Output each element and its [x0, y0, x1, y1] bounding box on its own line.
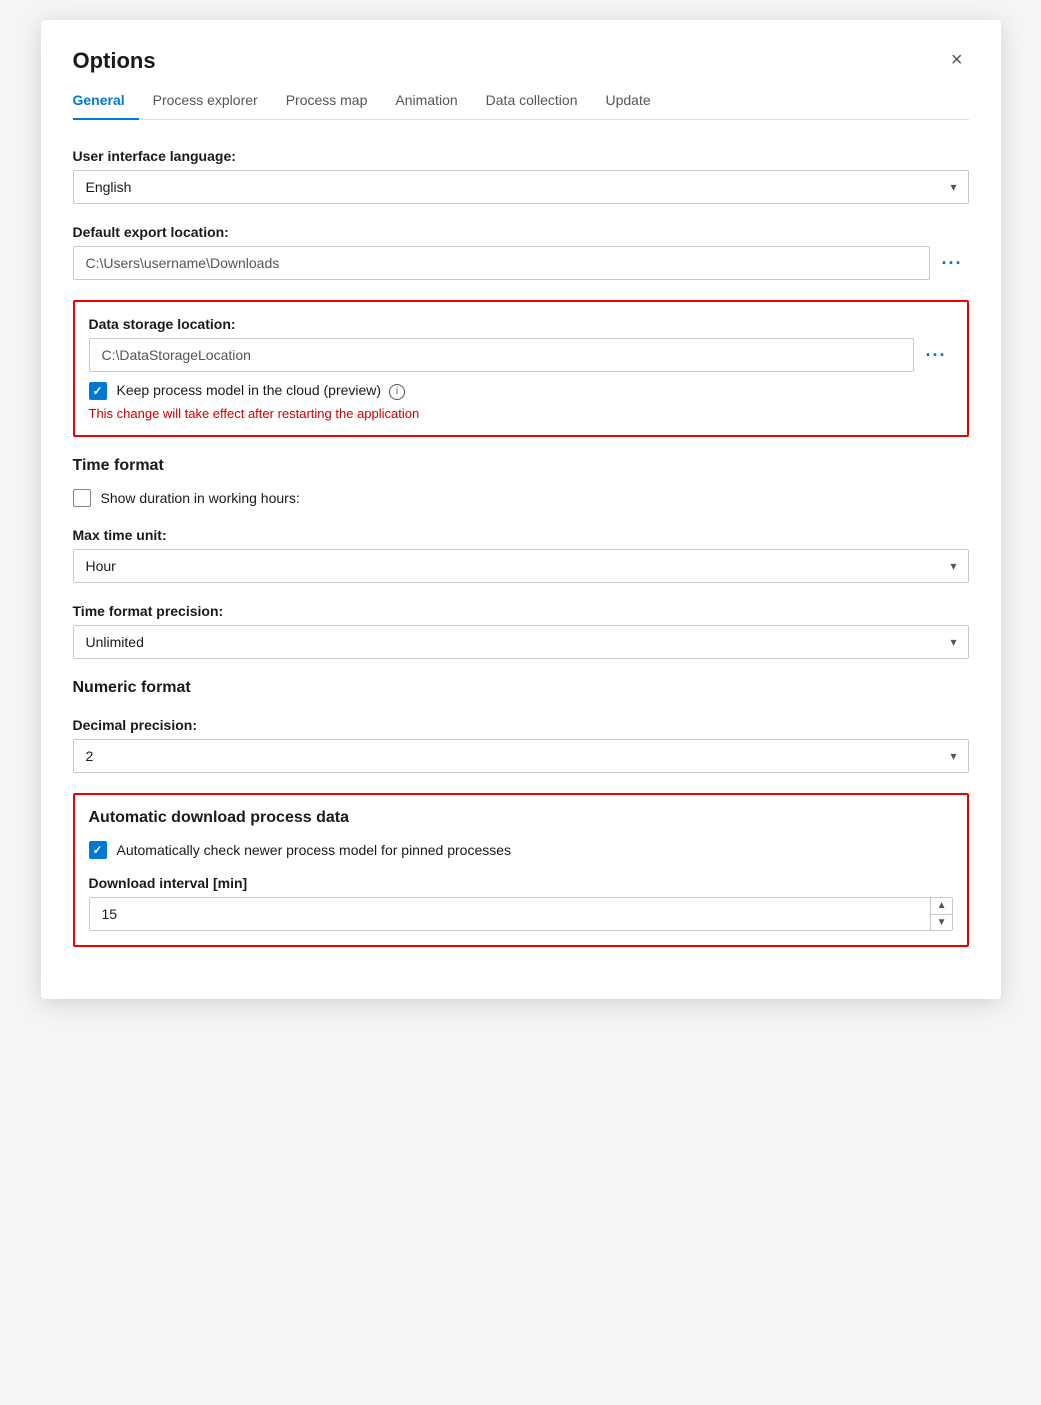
- ui-language-select-wrapper: English German French Spanish ▾: [73, 170, 969, 204]
- show-duration-row: Show duration in working hours:: [73, 489, 969, 507]
- download-interval-up-button[interactable]: ▲: [931, 897, 953, 915]
- tabs-bar: General Process explorer Process map Ani…: [73, 82, 969, 120]
- auto-check-label: Automatically check newer process model …: [117, 842, 512, 858]
- show-duration-checkbox[interactable]: [73, 489, 91, 507]
- tab-animation[interactable]: Animation: [381, 82, 471, 120]
- keep-cloud-checkbox[interactable]: [89, 382, 107, 400]
- data-storage-section: Data storage location: ··· Keep process …: [73, 300, 969, 437]
- data-storage-label: Data storage location:: [89, 316, 953, 332]
- data-storage-input[interactable]: [89, 338, 914, 372]
- ui-language-select[interactable]: English German French Spanish: [73, 170, 969, 204]
- download-interval-spinner-wrapper: ▲ ▼: [89, 897, 953, 931]
- download-interval-down-button[interactable]: ▼: [931, 915, 953, 932]
- keep-cloud-label: Keep process model in the cloud (preview…: [117, 382, 405, 399]
- auto-check-row: Automatically check newer process model …: [89, 841, 953, 859]
- numeric-format-heading: Numeric format: [73, 679, 969, 697]
- data-storage-group: Data storage location: ···: [89, 316, 953, 372]
- keep-cloud-row: Keep process model in the cloud (preview…: [89, 382, 953, 400]
- tab-process-map[interactable]: Process map: [272, 82, 382, 120]
- data-storage-wrapper: ···: [89, 338, 953, 372]
- time-format-precision-label: Time format precision:: [73, 603, 969, 619]
- download-interval-spinner-buttons: ▲ ▼: [930, 897, 953, 931]
- time-format-precision-select-wrapper: Unlimited Seconds Minutes Hours ▾: [73, 625, 969, 659]
- dialog-header: Options ×: [73, 48, 969, 74]
- tab-general[interactable]: General: [73, 82, 139, 120]
- time-format-section: Time format Show duration in working hou…: [73, 457, 969, 507]
- download-interval-label: Download interval [min]: [89, 875, 953, 891]
- ui-language-label: User interface language:: [73, 148, 969, 164]
- info-icon[interactable]: i: [389, 384, 405, 400]
- time-format-precision-group: Time format precision: Unlimited Seconds…: [73, 603, 969, 659]
- auto-download-heading: Automatic download process data: [89, 809, 953, 827]
- tab-process-explorer[interactable]: Process explorer: [139, 82, 272, 120]
- max-time-unit-select[interactable]: Hour Day Week Month: [73, 549, 969, 583]
- tab-data-collection[interactable]: Data collection: [472, 82, 592, 120]
- ui-language-group: User interface language: English German …: [73, 148, 969, 204]
- time-format-precision-select[interactable]: Unlimited Seconds Minutes Hours: [73, 625, 969, 659]
- max-time-unit-select-wrapper: Hour Day Week Month ▾: [73, 549, 969, 583]
- max-time-unit-label: Max time unit:: [73, 527, 969, 543]
- decimal-precision-select[interactable]: 0 1 2 3 4: [73, 739, 969, 773]
- decimal-precision-select-wrapper: 0 1 2 3 4 ▾: [73, 739, 969, 773]
- show-duration-label: Show duration in working hours:: [101, 490, 300, 506]
- default-export-wrapper: ···: [73, 246, 969, 280]
- max-time-unit-group: Max time unit: Hour Day Week Month ▾: [73, 527, 969, 583]
- auto-check-checkbox[interactable]: [89, 841, 107, 859]
- default-export-browse-button[interactable]: ···: [936, 250, 969, 276]
- decimal-precision-group: Decimal precision: 0 1 2 3 4 ▾: [73, 717, 969, 773]
- data-storage-browse-button[interactable]: ···: [920, 342, 953, 368]
- numeric-format-section: Numeric format: [73, 679, 969, 697]
- options-dialog: Options × General Process explorer Proce…: [41, 20, 1001, 999]
- restart-notice: This change will take effect after resta…: [89, 406, 953, 421]
- download-interval-group: Download interval [min] ▲ ▼: [89, 875, 953, 931]
- dialog-title: Options: [73, 48, 156, 74]
- default-export-group: Default export location: ···: [73, 224, 969, 280]
- close-button[interactable]: ×: [945, 48, 969, 72]
- default-export-label: Default export location:: [73, 224, 969, 240]
- tab-update[interactable]: Update: [591, 82, 664, 120]
- time-format-heading: Time format: [73, 457, 969, 475]
- auto-download-section: Automatic download process data Automati…: [73, 793, 969, 947]
- download-interval-input[interactable]: [89, 897, 953, 931]
- decimal-precision-label: Decimal precision:: [73, 717, 969, 733]
- default-export-input[interactable]: [73, 246, 930, 280]
